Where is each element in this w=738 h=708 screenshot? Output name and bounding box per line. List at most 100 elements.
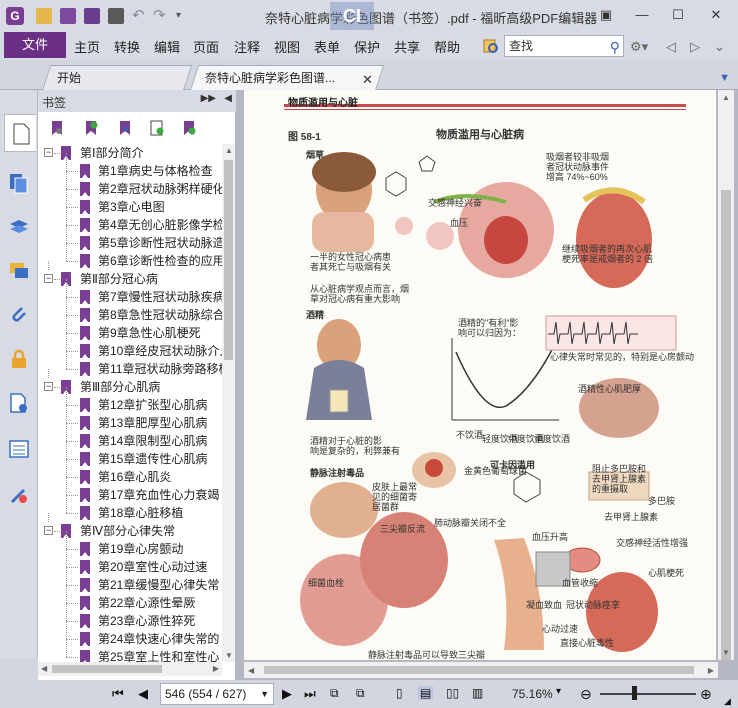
- zoom-dropdown-icon[interactable]: ▾: [556, 686, 561, 697]
- zoom-out-icon[interactable]: ⊖: [580, 686, 592, 703]
- ribbon-collapse-icon[interactable]: ⌄: [714, 39, 725, 55]
- bookmark-collapse-toggle-icon[interactable]: −: [44, 382, 53, 391]
- next-page-icon[interactable]: ▶: [282, 686, 292, 702]
- continuous-facing-icon[interactable]: ▥: [472, 686, 483, 700]
- bookmark-from-selection-icon[interactable]: [118, 120, 132, 136]
- security-lock-icon[interactable]: [8, 348, 30, 370]
- alcohol-curve-note: 响可以归因为：: [458, 328, 522, 338]
- app-logo-icon[interactable]: G: [6, 7, 24, 25]
- bookmark-horizontal-scrollbar[interactable]: ◀ ▶: [38, 662, 222, 676]
- single-page-icon[interactable]: ▯: [396, 686, 403, 700]
- tree-connector: [66, 369, 78, 370]
- quick-access-dropdown-icon[interactable]: ▾: [176, 8, 192, 24]
- menu-edit[interactable]: 编辑: [154, 37, 180, 56]
- page-number-field[interactable]: 546 (554 / 627) ▼: [160, 683, 274, 705]
- comments-icon[interactable]: [8, 260, 30, 282]
- menu-comment[interactable]: 注释: [234, 37, 260, 56]
- expand-bookmark-icon[interactable]: [150, 120, 164, 136]
- panel-expand-icon[interactable]: ▶▶: [201, 93, 216, 104]
- previous-page-icon[interactable]: ◀: [138, 686, 148, 702]
- redo-icon[interactable]: ↷: [153, 8, 169, 24]
- menu-help[interactable]: 帮助: [434, 37, 460, 56]
- next-view-icon[interactable]: ⧉: [356, 686, 365, 701]
- tab-list-dropdown-icon[interactable]: ▼: [719, 72, 730, 84]
- close-button[interactable]: ✕: [706, 6, 726, 24]
- continuous-page-icon[interactable]: ▤: [418, 686, 434, 700]
- content-list-icon[interactable]: [8, 438, 30, 460]
- prev-arrow-icon[interactable]: ◁: [666, 39, 676, 55]
- tab-close-icon[interactable]: ✕: [362, 72, 373, 88]
- signature-icon[interactable]: [8, 484, 30, 506]
- bookmark-vertical-scrollbar[interactable]: ▲ ▼: [222, 144, 235, 662]
- doc-scroll-down-icon[interactable]: ▼: [722, 648, 730, 657]
- bookmark-scroll-thumb[interactable]: [224, 160, 233, 360]
- zoom-slider[interactable]: [600, 693, 696, 695]
- bookmark-flag-icon: [80, 398, 90, 412]
- open-folder-icon[interactable]: [36, 8, 52, 24]
- menu-view[interactable]: 视图: [274, 37, 300, 56]
- facing-page-icon[interactable]: ▯▯: [446, 686, 459, 700]
- delete-bookmark-icon[interactable]: [182, 120, 196, 136]
- doc-hscroll-thumb[interactable]: [264, 666, 694, 674]
- zoom-in-icon[interactable]: ⊕: [700, 686, 712, 703]
- bookmark-hscroll-thumb[interactable]: [52, 665, 162, 673]
- resize-grip-icon[interactable]: ◢: [724, 696, 731, 707]
- first-page-icon[interactable]: ⏮: [112, 686, 124, 702]
- zoom-slider-thumb[interactable]: [632, 686, 637, 700]
- previous-view-icon[interactable]: ⧉: [330, 686, 339, 701]
- save-icon[interactable]: [60, 8, 76, 24]
- tab-document[interactable]: 奈特心脏病学彩色图谱...: [189, 65, 385, 91]
- menu-page[interactable]: 页面: [193, 37, 219, 56]
- ribbon-display-icon[interactable]: ▣: [596, 6, 616, 24]
- bookmark-options-icon[interactable]: [50, 120, 64, 136]
- bookmark-collapse-toggle-icon[interactable]: −: [44, 526, 53, 535]
- settings-gear-icon[interactable]: ⚙▾: [630, 39, 648, 55]
- layers-icon[interactable]: [8, 216, 30, 238]
- undo-icon[interactable]: ↶: [132, 8, 148, 24]
- last-page-icon[interactable]: ⏭: [304, 686, 316, 702]
- bookmark-collapse-toggle-icon[interactable]: −: [44, 148, 53, 157]
- doc-scroll-left-icon[interactable]: ◀: [248, 666, 254, 675]
- minimize-button[interactable]: —: [632, 6, 652, 24]
- maximize-button[interactable]: ☐: [668, 6, 688, 24]
- menu-convert[interactable]: 转换: [114, 37, 140, 56]
- search-tool-icon[interactable]: [482, 37, 500, 55]
- tree-connector: [66, 297, 78, 298]
- document-horizontal-scrollbar[interactable]: ◀ ▶: [244, 662, 718, 678]
- document-view[interactable]: 物质滥用与心脏 图 58-1 物质滥用与心脏病 烟草 吸烟者较非吸烟 者冠状动脉…: [236, 90, 738, 680]
- search-input[interactable]: 查找 ⚲: [504, 35, 624, 57]
- panel-collapse-icon[interactable]: ◀: [224, 93, 232, 104]
- tree-connector: [66, 585, 78, 586]
- search-icon[interactable]: ⚲: [610, 37, 620, 57]
- save-as-icon[interactable]: [84, 8, 100, 24]
- doc-scroll-up-icon[interactable]: ▲: [722, 93, 730, 102]
- page-dropdown-icon[interactable]: ▼: [260, 684, 269, 704]
- attachments-icon[interactable]: [8, 304, 30, 326]
- page-properties-icon[interactable]: [8, 392, 30, 414]
- tab-start[interactable]: 开始: [41, 65, 193, 91]
- coronary-spasm-label: 冠状动脉痉挛: [566, 600, 621, 610]
- menu-form[interactable]: 表单: [314, 37, 340, 56]
- add-bookmark-icon[interactable]: [84, 120, 98, 136]
- document-vertical-scrollbar[interactable]: ▲ ▼: [718, 90, 734, 660]
- menu-protect[interactable]: 保护: [354, 37, 380, 56]
- scroll-up-icon[interactable]: ▲: [225, 146, 233, 155]
- doc-scroll-right-icon[interactable]: ▶: [708, 666, 714, 675]
- file-menu[interactable]: 文件: [4, 32, 66, 58]
- dopamine-label: 多巴胺: [648, 496, 676, 506]
- bookmark-collapse-toggle-icon[interactable]: −: [44, 274, 53, 283]
- alcohol-cardiomyopathy-label: 酒精性心肌肥厚: [578, 384, 642, 394]
- print-icon[interactable]: [108, 8, 124, 24]
- tree-connector: [66, 333, 78, 334]
- menu-home[interactable]: 主页: [74, 37, 100, 56]
- menu-share[interactable]: 共享: [394, 37, 420, 56]
- scroll-down-icon[interactable]: ▼: [225, 651, 233, 660]
- next-arrow-icon[interactable]: ▷: [690, 39, 700, 55]
- scroll-right-icon[interactable]: ▶: [213, 664, 219, 673]
- thumbnails-icon[interactable]: [8, 172, 30, 194]
- doc-scroll-thumb[interactable]: [721, 190, 731, 660]
- pdf-page[interactable]: 物质滥用与心脏 图 58-1 物质滥用与心脏病 烟草 吸烟者较非吸烟 者冠状动脉…: [244, 90, 716, 660]
- zoom-level[interactable]: 75.16%: [512, 687, 553, 701]
- bookmark-panel-button[interactable]: [4, 114, 36, 152]
- scroll-left-icon[interactable]: ◀: [41, 664, 47, 673]
